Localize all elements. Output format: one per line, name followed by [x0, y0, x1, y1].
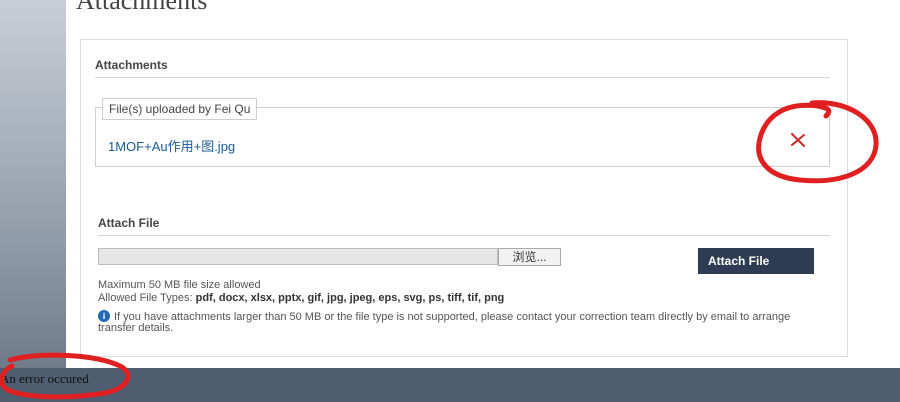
footer-bar	[0, 368, 900, 402]
info-icon: i	[98, 310, 110, 322]
allowed-types-label: Allowed File Types:	[98, 292, 193, 304]
allowed-types-list: pdf, docx, xlsx, pptx, gif, jpg, jpeg, e…	[195, 292, 505, 304]
close-icon[interactable]	[788, 130, 808, 150]
uploaded-files-fieldset: File(s) uploaded by Fei Qu 1MOF+Au作用+图.j…	[95, 98, 830, 167]
page-title: Attachments	[76, 0, 208, 15]
attachments-panel: Attachments File(s) uploaded by Fei Qu 1…	[80, 39, 848, 357]
browse-button[interactable]: 浏览...	[498, 248, 561, 266]
allowed-types-note: Allowed File Types: pdf, docx, xlsx, ppt…	[98, 292, 504, 304]
uploaded-files-legend: File(s) uploaded by Fei Qu	[102, 98, 258, 120]
uploaded-file-link[interactable]: 1MOF+Au作用+图.jpg	[108, 136, 235, 155]
attachments-section-title: Attachments	[95, 58, 168, 72]
file-path-field[interactable]	[98, 248, 498, 265]
attachments-divider	[95, 77, 830, 78]
attach-file-divider	[98, 235, 830, 236]
info-note: If you have attachments larger than 50 M…	[98, 311, 791, 334]
left-gutter	[0, 0, 66, 368]
attach-file-section-title: Attach File	[98, 216, 160, 230]
max-size-note: Maximum 50 MB file size allowed	[98, 279, 261, 291]
error-message: An error occured	[0, 371, 89, 386]
attach-file-button[interactable]: Attach File	[698, 248, 814, 274]
page-content: Attachments Attachments File(s) uploaded…	[66, 0, 900, 368]
